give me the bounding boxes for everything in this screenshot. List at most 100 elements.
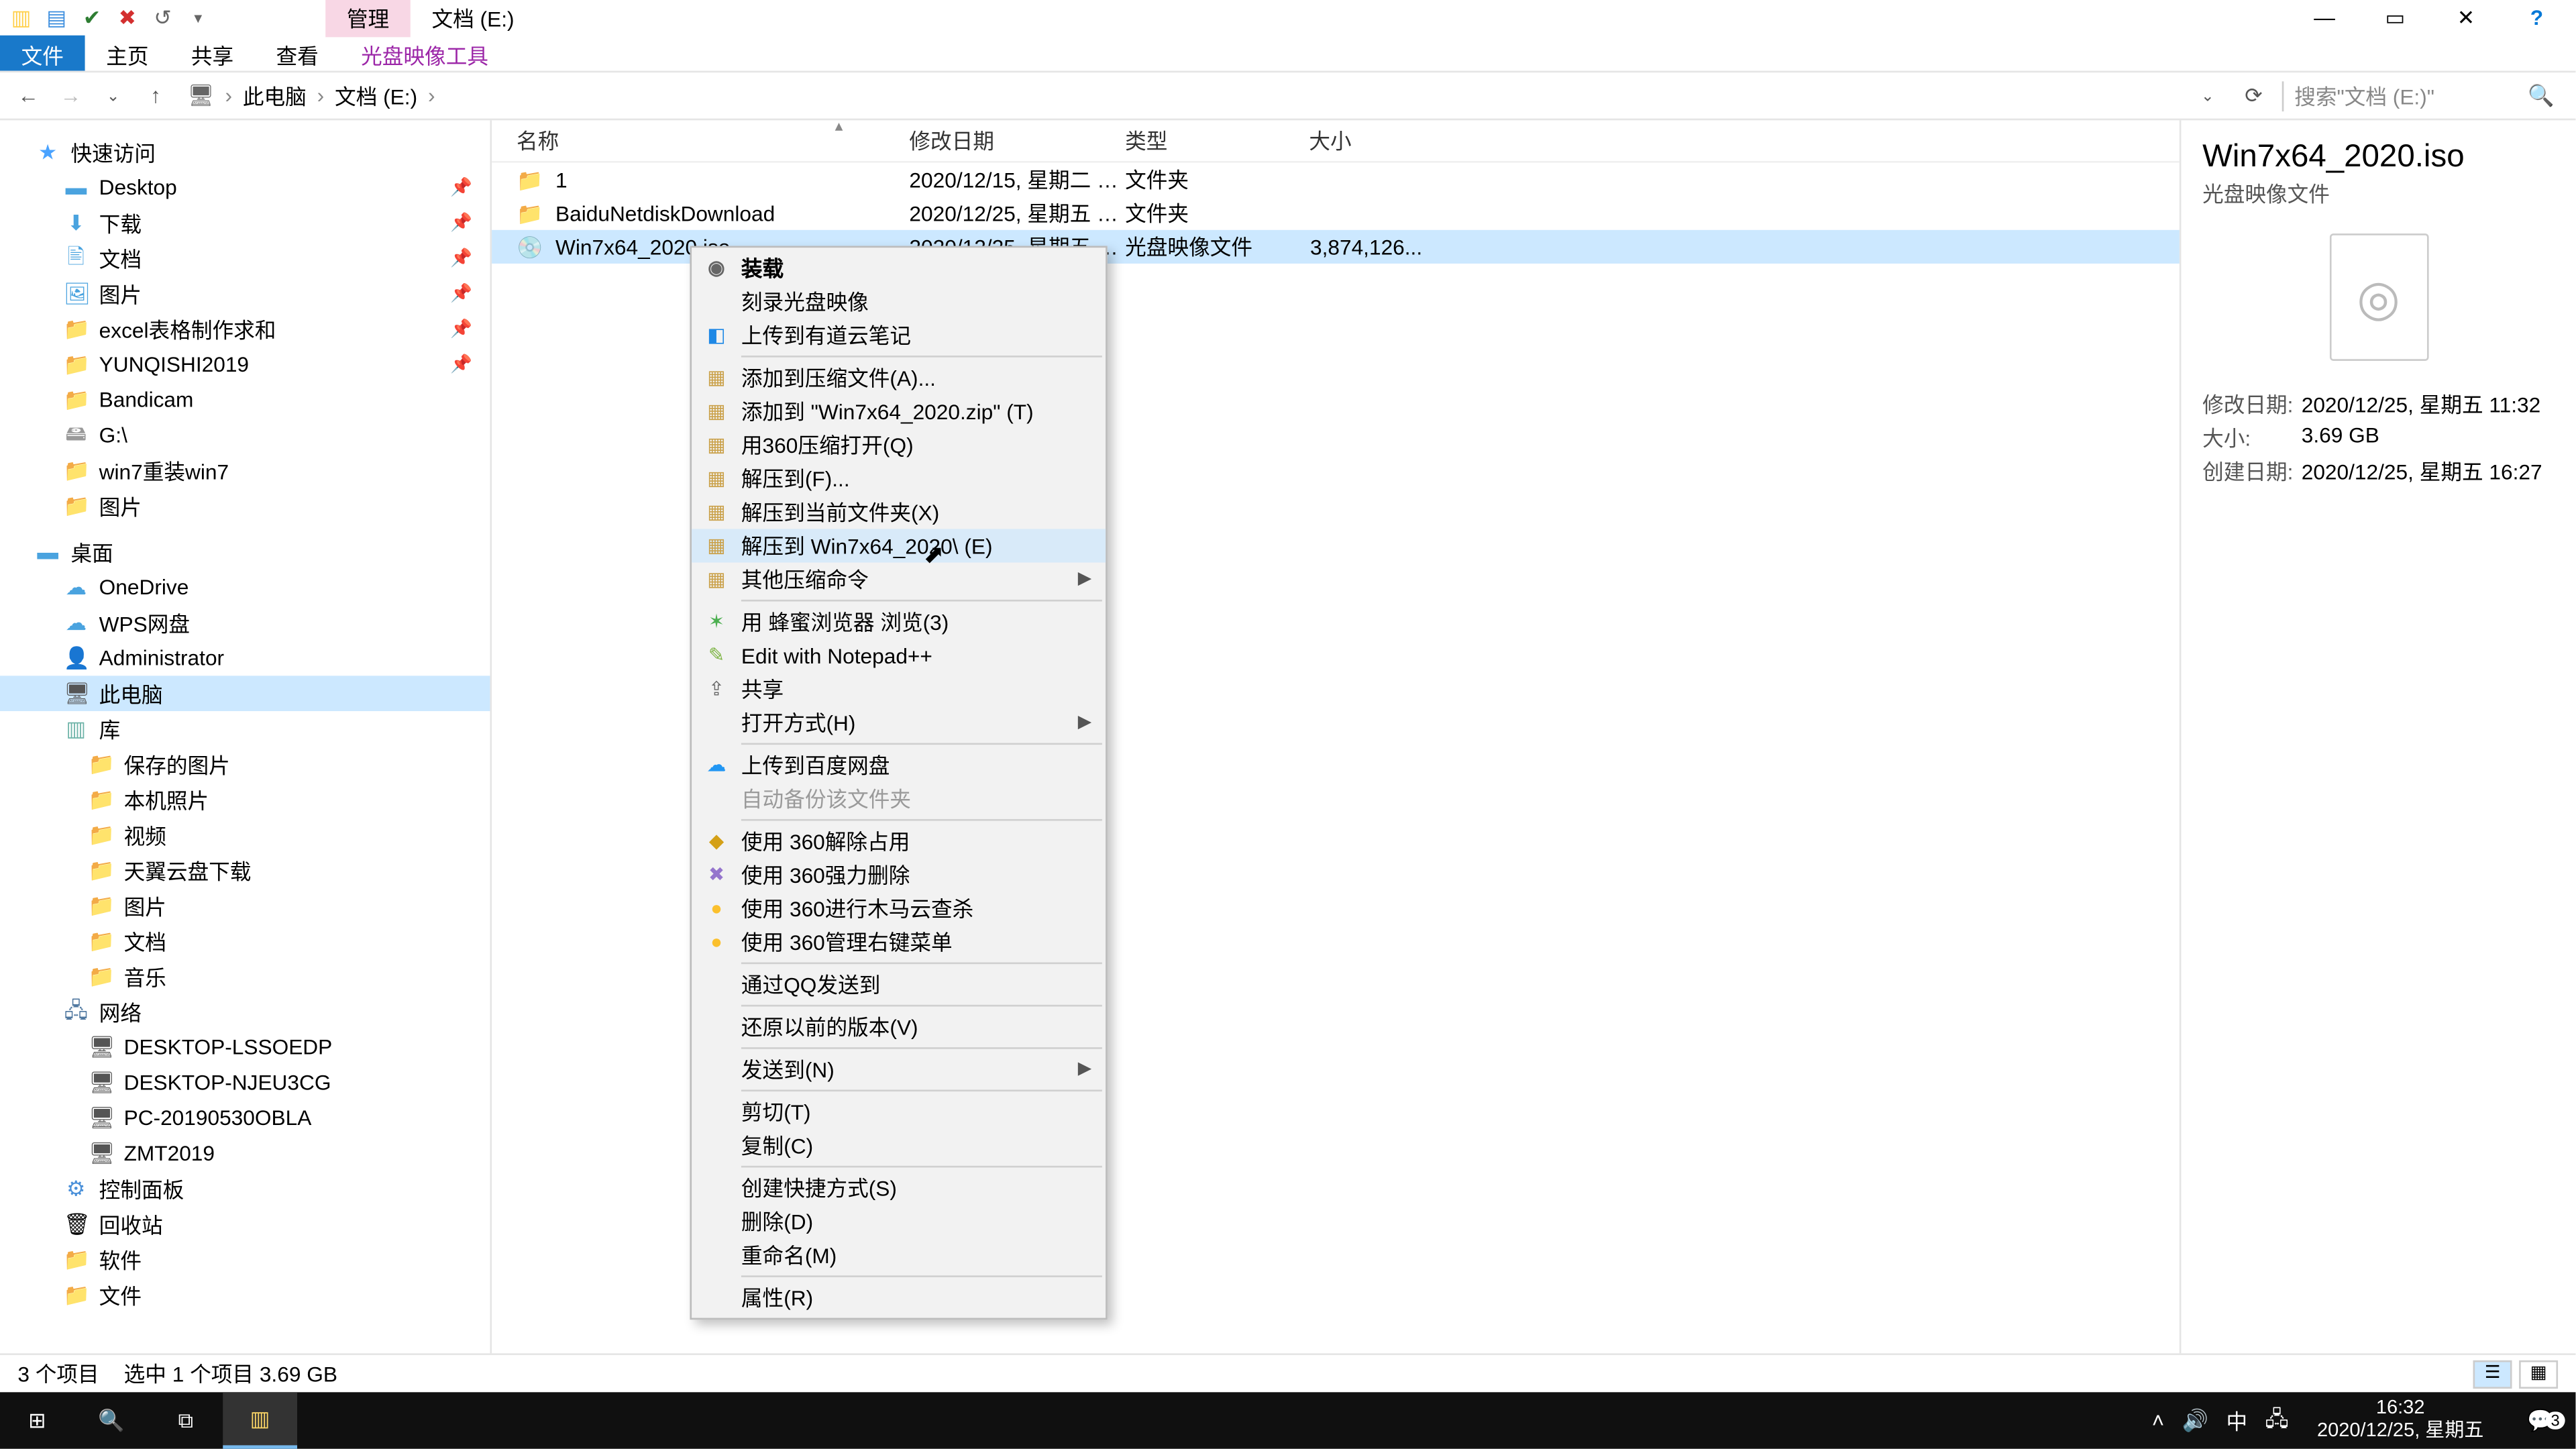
tree-win7reinstall[interactable]: 📁win7重装win7 [0, 453, 490, 488]
tree-documents[interactable]: 🖹文档📌 [0, 241, 490, 276]
navigation-pane[interactable]: ★快速访问 ▬Desktop📌 ⬇下载📌 🖹文档📌 🖼图片📌 📁excel表格制… [0, 120, 492, 1353]
context-menu-item[interactable]: ▦添加到 "Win7x64_2020.zip" (T) [692, 394, 1106, 428]
ribbon-tab-share[interactable]: 共享 [170, 36, 255, 71]
context-menu-item[interactable]: ✎Edit with Notepad++ [692, 639, 1106, 672]
tree-yunqishi[interactable]: 📁YUNQISHI2019📌 [0, 347, 490, 382]
tree-this-pc[interactable]: 🖥此电脑 [0, 676, 490, 711]
context-menu-item[interactable]: 复制(C) [692, 1128, 1106, 1162]
context-menu-item[interactable]: ✖使用 360强力删除 [692, 858, 1106, 892]
tree-control-panel[interactable]: ⚙控制面板 [0, 1171, 490, 1207]
help-icon[interactable]: ? [2512, 5, 2562, 30]
tree-files[interactable]: 📁文件 [0, 1277, 490, 1313]
address-dropdown-icon[interactable]: ⌄ [2190, 86, 2226, 105]
context-menu-item[interactable]: ⇪共享 [692, 672, 1106, 706]
nav-forward-button[interactable]: → [53, 83, 89, 108]
tree-admin[interactable]: 👤Administrator [0, 641, 490, 676]
start-button[interactable]: ⊞ [0, 1392, 74, 1448]
ribbon-tab-file[interactable]: 文件 [0, 36, 85, 71]
tree-pics3[interactable]: 📁图片 [0, 888, 490, 924]
tree-local-pics[interactable]: 📁本机照片 [0, 782, 490, 818]
context-menu-item[interactable]: ▦解压到当前文件夹(X) [692, 495, 1106, 529]
context-menu-item[interactable]: 刻录光盘映像 [692, 285, 1106, 319]
context-menu-item[interactable]: ●使用 360管理右键菜单 [692, 925, 1106, 959]
tree-video[interactable]: 📁视频 [0, 817, 490, 853]
file-row[interactable]: 📁12020/12/15, 星期二 1...文件夹 [492, 163, 2180, 197]
tree-pictures2[interactable]: 📁图片 [0, 488, 490, 524]
tree-software[interactable]: 📁软件 [0, 1242, 490, 1277]
ribbon-tab-home[interactable]: 主页 [85, 36, 170, 71]
context-menu-item[interactable]: 创建快捷方式(S) [692, 1171, 1106, 1205]
context-menu-item[interactable]: ▦解压到(F)... [692, 462, 1106, 495]
tray-network-icon[interactable]: 🖧 [2265, 1402, 2289, 1439]
column-date[interactable]: 修改日期 [909, 125, 1125, 156]
breadcrumb-pc[interactable]: 此电脑 [243, 80, 307, 111]
column-type[interactable]: 类型 [1125, 125, 1309, 156]
search-input[interactable]: 搜索"文档 (E:)" 🔍 [2282, 80, 2565, 111]
context-menu-item[interactable]: ◉装载 [692, 251, 1106, 284]
tree-music[interactable]: 📁音乐 [0, 959, 490, 994]
tree-g-drive[interactable]: 🖴G:\ [0, 417, 490, 453]
tree-excel[interactable]: 📁excel表格制作求和📌 [0, 311, 490, 347]
column-headers[interactable]: ▴ 名称 修改日期 类型 大小 [492, 120, 2180, 162]
context-menu-item[interactable]: ▦用360压缩打开(Q) [692, 428, 1106, 462]
context-menu-item[interactable]: 发送到(N)▶ [692, 1053, 1106, 1086]
tree-saved-pics[interactable]: 📁保存的图片 [0, 747, 490, 782]
context-menu-item[interactable]: 还原以前的版本(V) [692, 1010, 1106, 1044]
tree-net-d2[interactable]: 🖥DESKTOP-NJEU3CG [0, 1065, 490, 1100]
close-button[interactable]: ✕ [2441, 5, 2491, 30]
tree-tianyi[interactable]: 📁天翼云盘下载 [0, 853, 490, 888]
minimize-button[interactable]: — [2300, 5, 2349, 30]
column-size[interactable]: 大小 [1309, 125, 1433, 156]
context-menu-item[interactable]: ✶用 蜂蜜浏览器 浏览(3) [692, 605, 1106, 639]
breadcrumb[interactable]: 🖥 › 此电脑 › 文档 (E:) › [180, 80, 2183, 111]
tree-wps[interactable]: ☁WPS网盘 [0, 605, 490, 641]
tree-downloads[interactable]: ⬇下载📌 [0, 205, 490, 241]
context-menu-item[interactable]: 通过QQ发送到 [692, 967, 1106, 1001]
action-center-button[interactable]: 💬3 [2512, 1408, 2569, 1433]
tree-pictures[interactable]: 🖼图片📌 [0, 276, 490, 311]
context-menu-item[interactable]: 剪切(T) [692, 1095, 1106, 1128]
tree-desktop[interactable]: ▬Desktop📌 [0, 170, 490, 205]
tray-chevron-icon[interactable]: ˄ [2152, 1408, 2165, 1433]
view-large-icons-button[interactable]: ▦ [2519, 1360, 2558, 1388]
tree-desktop-group[interactable]: ▬桌面 [0, 534, 490, 570]
search-button[interactable]: 🔍 [74, 1392, 149, 1448]
tree-net-d1[interactable]: 🖥DESKTOP-LSSOEDP [0, 1030, 490, 1065]
nav-back-button[interactable]: ← [11, 83, 46, 108]
qat-pin-icon[interactable]: ▤ [42, 5, 70, 30]
task-view-button[interactable]: ⧉ [149, 1392, 223, 1448]
tree-quick-access[interactable]: ★快速访问 [0, 134, 490, 170]
tree-network[interactable]: 🖧网络 [0, 994, 490, 1030]
maximize-button[interactable]: ▭ [2371, 5, 2420, 30]
tray-volume-icon[interactable]: 🔊 [2182, 1408, 2208, 1433]
tray-ime-indicator[interactable]: 中 [2226, 1405, 2247, 1436]
view-details-button[interactable]: ☰ [2473, 1360, 2512, 1388]
tree-bandicam[interactable]: 📁Bandicam [0, 382, 490, 418]
context-menu-item[interactable]: ◆使用 360解除占用 [692, 824, 1106, 858]
refresh-button[interactable]: ⟳ [2236, 83, 2271, 108]
taskbar[interactable]: ⊞ 🔍 ⧉ ▥ ˄ 🔊 中 🖧 16:32 2020/12/25, 星期五 💬3 [0, 1392, 2575, 1448]
tree-docs2[interactable]: 📁文档 [0, 924, 490, 959]
context-menu-item[interactable]: ▦其他压缩命令▶ [692, 563, 1106, 596]
ribbon-tab-view[interactable]: 查看 [255, 36, 340, 71]
taskbar-explorer-button[interactable]: ▥ [223, 1392, 297, 1448]
qat-delete-icon[interactable]: ✖ [113, 5, 142, 30]
tree-net-d3[interactable]: 🖥PC-20190530OBLA [0, 1100, 490, 1136]
context-menu-item[interactable]: ☁上传到百度网盘 [692, 748, 1106, 782]
context-menu-item[interactable]: 打开方式(H)▶ [692, 706, 1106, 739]
context-menu-item[interactable]: 属性(R) [692, 1281, 1106, 1314]
tree-onedrive[interactable]: ☁OneDrive [0, 570, 490, 605]
file-row[interactable]: 📁BaiduNetdiskDownload2020/12/25, 星期五 1..… [492, 197, 2180, 230]
context-menu-item[interactable]: ▦添加到压缩文件(A)... [692, 361, 1106, 394]
contextual-tab-manage[interactable]: 管理 [325, 0, 411, 36]
context-menu-item[interactable]: ◧上传到有道云笔记 [692, 319, 1106, 352]
column-name[interactable]: 名称 [517, 125, 909, 156]
tree-libraries[interactable]: ▥库 [0, 711, 490, 747]
breadcrumb-drive[interactable]: 文档 (E:) [335, 80, 417, 111]
qat-undo-icon[interactable]: ↺ [149, 5, 177, 30]
context-menu-item[interactable]: ▦解压到 Win7x64_2020\ (E) [692, 529, 1106, 562]
nav-up-button[interactable]: ↑ [138, 83, 174, 108]
ribbon-tab-disc-tools[interactable]: 光盘映像工具 [339, 36, 509, 71]
nav-history-dropdown[interactable]: ⌄ [95, 86, 131, 105]
qat-dropdown-icon[interactable]: ▾ [184, 8, 212, 28]
